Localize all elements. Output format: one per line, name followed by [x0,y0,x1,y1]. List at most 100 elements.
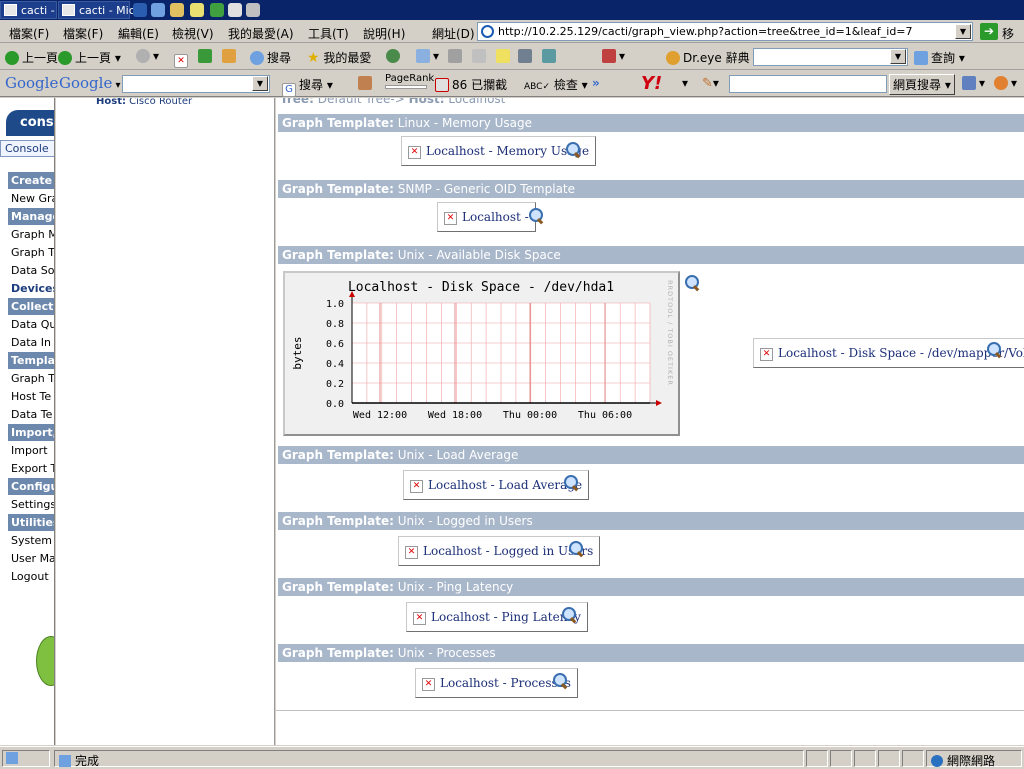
pencil-button[interactable]: ✎▾ [702,76,719,91]
taskbar-button-cacti-1[interactable]: cacti - I [0,1,61,19]
broken-image-icon: ✕ [444,212,457,225]
translate-button[interactable]: ▾ [602,49,625,63]
stop-button[interactable]: ✕ [174,49,191,68]
discuss-button[interactable] [496,49,513,63]
graph-image-load-average[interactable]: ✕ Localhost - Load Average [403,470,590,500]
zoom-icon[interactable] [566,142,582,158]
menu-tools[interactable]: 工具(T) [308,25,349,42]
history-button[interactable] [386,49,403,63]
back-button[interactable]: 上一頁 ▾ [58,49,121,66]
zoom-icon[interactable] [685,275,701,291]
graph-template-header: Graph Template: Unix - Processes [278,644,1024,662]
menu-file-left[interactable]: 檔案(F) [9,25,49,42]
nav-item[interactable]: Logout [8,568,54,585]
quicklaunch-icon[interactable] [190,3,204,17]
graph-image-disk-space-vol[interactable]: ✕ Localhost - Disk Space - /dev/mapper/Vo… [753,338,1024,368]
zoom-icon[interactable] [529,208,545,224]
nav-item[interactable]: User Ma [8,550,54,567]
nav-item[interactable]: System [8,532,54,549]
dreye-icon [666,51,680,65]
search-button[interactable]: 搜尋 [250,49,291,66]
taskbar-button-cacti-2[interactable]: cacti - Micr [58,1,139,19]
nav-item[interactable]: Host Te [8,388,54,405]
standard-toolbar: 上一頁 上一頁 ▾ ▾ ✕ 搜尋 ★ 我的最愛 ▾ ▾ Dr.eye 辭典 ▼ … [0,44,1024,70]
nav-item[interactable]: Data Qu [8,316,54,333]
favorites-button[interactable]: ★ 我的最愛 [307,49,371,66]
zoom-icon[interactable] [564,475,580,491]
nav-item[interactable]: New Gra [8,190,54,207]
go-arrow-icon[interactable]: ➔ [980,23,998,40]
abc-check-icon: ABC✓ [524,82,550,92]
dreye-search-input[interactable]: ▼ [753,48,908,66]
spellcheck-button[interactable]: ABC✓ 檢查 ▾ [524,76,588,93]
nav-item[interactable]: Settings [8,496,54,513]
console-tab[interactable]: cons [6,110,54,136]
quicklaunch-icon[interactable] [151,3,165,17]
mail-button[interactable]: ▾ [416,49,439,63]
zoom-icon[interactable] [569,541,585,557]
query-button[interactable]: 查詢 ▾ [914,49,965,66]
research-button[interactable] [542,49,559,63]
nav-item[interactable]: Data In [8,334,54,351]
edit-button[interactable] [472,49,489,63]
y-axis-label: bytes [291,336,304,369]
yahoo-search-input[interactable] [729,75,887,93]
nav-item[interactable]: Data Te [8,406,54,423]
nav-item[interactable]: Graph T [8,370,54,387]
nav-item[interactable]: Export T [8,460,54,477]
chevron-down-icon[interactable]: ▼ [890,49,906,64]
nav-item[interactable]: Devices [8,280,54,297]
search-icon [250,51,264,65]
graph-image-generic-oid[interactable]: ✕ Localhost - [437,202,536,232]
chevron-down-icon[interactable]: ▼ [955,24,971,39]
google-search-button[interactable]: G 搜尋 ▾ [282,76,333,97]
address-input[interactable]: http://10.2.25.129/cacti/graph_view.php?… [477,22,973,41]
web-search-button[interactable]: 網頁搜尋 ▾ [889,74,955,95]
x-tick-label: Thu 00:00 [503,410,557,421]
popup-blocker-button[interactable]: 86 已攔截 [435,76,507,93]
graph-image-ping-latency[interactable]: ✕ Localhost - Ping Latency [406,602,588,632]
nav-item[interactable]: Data So [8,262,54,279]
news-button[interactable] [358,76,375,90]
google-logo-left[interactable]: Google [5,74,58,92]
messenger-button[interactable] [518,49,535,63]
more-button[interactable]: » [592,76,600,90]
dreye-button[interactable]: Dr.eye 辭典 [666,49,750,66]
quicklaunch-icon[interactable] [170,3,184,17]
query-icon [914,51,928,65]
menu-edit[interactable]: 編輯(E) [118,25,159,42]
menu-favorites[interactable]: 我的最愛(A) [228,25,294,42]
chevron-down-icon[interactable]: ▼ [252,76,268,91]
console-link[interactable]: Console [0,140,54,157]
stop-icon: ✕ [174,54,188,68]
yahoo-logo-icon[interactable]: Y! [641,73,662,94]
quicklaunch-icon[interactable] [210,3,224,17]
google-search-input[interactable]: ▼ [122,75,270,93]
google-logo[interactable]: Google ▾ [59,74,121,92]
back-button-left[interactable]: 上一頁 [5,49,58,66]
menu-help[interactable]: 說明(H) [363,25,405,42]
zoom-icon[interactable] [562,607,578,623]
console-sidebar: cons Console CreateNew GraManageGraph MG… [0,98,55,745]
options-button[interactable]: ▾ [994,76,1017,90]
quicklaunch-icon[interactable] [228,3,242,17]
home-button[interactable] [222,49,239,63]
zoom-icon[interactable] [987,342,1003,358]
disk-space-graph[interactable]: 1.0 0.8 0.6 0.4 0.2 0.0 Wed 12:00 Wed 18:00 Thu … [283,271,680,436]
quicklaunch-icon[interactable] [246,3,260,17]
forward-button[interactable]: ▾ [136,49,159,63]
menu-view[interactable]: 檢視(V) [172,25,214,42]
zoom-icon[interactable] [553,673,569,689]
nav-item[interactable]: Graph T [8,244,54,261]
layout-button[interactable]: ▾ [962,76,985,90]
refresh-button[interactable] [198,49,215,63]
x-tick-label: Thu 06:00 [578,410,632,421]
nav-item[interactable]: Import [8,442,54,459]
tree-host-item[interactable]: Host: Cisco Router [96,98,192,107]
quicklaunch-icon[interactable] [133,3,147,17]
nav-item[interactable]: Graph M [8,226,54,243]
menu-file[interactable]: 檔案(F) [63,25,103,42]
yahoo-menu-chevron[interactable]: ▾ [682,76,688,90]
print-button[interactable] [448,49,465,63]
broken-image-icon: ✕ [405,546,418,559]
